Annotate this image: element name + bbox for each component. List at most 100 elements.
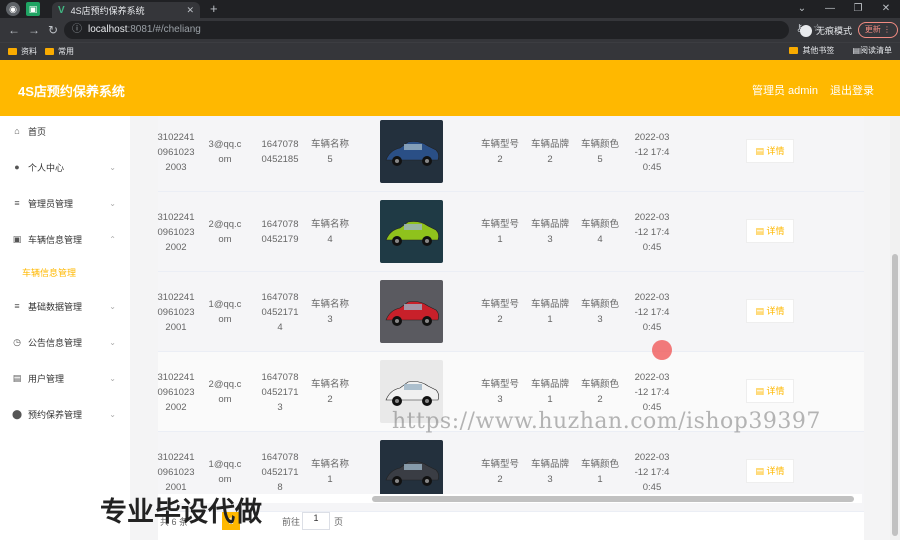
- cell-line: 2003: [165, 161, 187, 173]
- cell-line: om: [218, 154, 232, 165]
- detail-button[interactable]: ▤ 详情: [746, 459, 794, 483]
- bookmarks-bar: 资料 常用 其他书签 ▤ 阅读清单: [0, 42, 900, 60]
- sidebar-item-notices[interactable]: ◷ 公告信息管理 ⌄: [0, 332, 130, 352]
- cell-line: 3: [547, 234, 553, 245]
- cell-name: 车辆名称 2: [302, 377, 358, 407]
- app-title: 4S店预约保养系统: [18, 84, 125, 99]
- cell-line: om: [218, 394, 232, 405]
- detail-button[interactable]: ▤ 详情: [746, 299, 794, 323]
- list-icon: ≡: [14, 198, 20, 208]
- logout-link[interactable]: 退出登录: [830, 82, 874, 98]
- car-thumbnail: [380, 120, 443, 183]
- cell-line: 3102241: [157, 211, 195, 223]
- new-tab-icon[interactable]: +: [210, 1, 218, 16]
- cell-line: 3: [547, 474, 553, 485]
- cell-phone: 1647078 0452179: [254, 217, 306, 247]
- cell-brand: 车辆品牌 1: [526, 377, 574, 407]
- vehicle-table: 3102241 0961023 2003 3@qq.c om 1647078 0452185…: [158, 116, 864, 540]
- cell-brand: 车辆品牌 3: [526, 217, 574, 247]
- cell-time: 2022-03 -12 17:4 0:45: [630, 450, 674, 495]
- cell-line: 车辆品牌: [530, 459, 569, 470]
- restore-icon[interactable]: ❐: [844, 0, 872, 18]
- goto-unit: 页: [334, 517, 344, 527]
- browser-tab-bar: ◉ ▣ V 4S店预约保养系统 ✕ + ⌄ — ❐ ✕: [0, 0, 900, 18]
- update-button[interactable]: 更新 ⋮: [857, 22, 898, 38]
- cell-name: 车辆名称 3: [302, 297, 358, 327]
- goto-page-input[interactable]: 1: [302, 512, 330, 530]
- chevron-down-icon: ⌄: [109, 337, 116, 347]
- cell-line: 1: [547, 394, 553, 405]
- reading-list-icon: ▤: [852, 46, 860, 55]
- pinned-tab-icon[interactable]: ▣: [26, 2, 40, 16]
- document-icon: ▤: [755, 386, 767, 396]
- sidebar-item-label: 用户管理: [28, 373, 65, 384]
- cell-line: 2022-03: [634, 291, 670, 303]
- close-tab-icon[interactable]: ✕: [186, 5, 194, 16]
- reload-icon[interactable]: ↻: [48, 23, 60, 37]
- vertical-scrollbar[interactable]: [892, 254, 898, 536]
- url-path: :8081/#/cheliang: [127, 24, 201, 35]
- cell-id: 3102241 0961023 2001: [152, 450, 200, 495]
- browser-tab[interactable]: V 4S店预约保养系统 ✕: [52, 2, 200, 18]
- cell-line: 车辆型号: [480, 459, 519, 470]
- reading-list[interactable]: ▤ 阅读清单: [852, 45, 892, 56]
- incognito-label: 无痕模式: [815, 26, 852, 36]
- cell-model: 车辆型号 1: [476, 217, 524, 247]
- bookmark-folder[interactable]: 常用: [45, 46, 74, 57]
- sidebar-item-profile[interactable]: ● 个人中心 ⌄: [0, 157, 130, 177]
- table-row: 3102241 0961023 2003 3@qq.c om 1647078 0452185…: [158, 116, 864, 192]
- url-input[interactable]: ⓘ localhost:8081/#/cheliang: [64, 21, 789, 39]
- cell-line: 3: [497, 394, 503, 405]
- sidebar-item-home[interactable]: ⌂ 首页: [0, 121, 130, 141]
- browser-menu-icon[interactable]: ◉: [6, 2, 20, 16]
- sidebar-item-vehicles[interactable]: ▣ 车辆信息管理 ⌃: [0, 229, 130, 249]
- cell-line: 0961023: [157, 386, 195, 398]
- main-content: 3102241 0961023 2003 3@qq.c om 1647078 0452185…: [130, 116, 890, 540]
- detail-label: 详情: [766, 386, 785, 396]
- forward-icon[interactable]: →: [28, 23, 40, 37]
- detail-button[interactable]: ▤ 详情: [746, 139, 794, 163]
- detail-button[interactable]: ▤ 详情: [746, 379, 794, 403]
- incognito-avatar-icon: [799, 24, 812, 37]
- detail-label: 详情: [766, 226, 785, 236]
- back-icon[interactable]: ←: [8, 23, 20, 37]
- cell-line: 3102241: [157, 291, 195, 303]
- sidebar-item-label: 基础数据管理: [28, 301, 83, 312]
- horizontal-scrollbar[interactable]: [372, 496, 854, 502]
- close-window-icon[interactable]: ✕: [872, 0, 900, 18]
- bookmark-label: 常用: [58, 47, 74, 56]
- sidebar-item-label: 公告信息管理: [28, 337, 83, 348]
- cell-line: 2: [327, 394, 333, 405]
- cell-color: 车辆颜色 5: [576, 137, 624, 167]
- cell-line: 车辆型号: [480, 379, 519, 390]
- sidebar-item-label: 车辆信息管理: [28, 234, 83, 245]
- cell-line: -12 17:4: [634, 226, 670, 238]
- cell-phone: 1647078 0452171 8: [254, 450, 306, 495]
- bookmark-folder[interactable]: 资料: [8, 46, 37, 57]
- detail-button[interactable]: ▤ 详情: [746, 219, 794, 243]
- other-bookmarks-label: 其他书签: [802, 46, 835, 55]
- sidebar-item-maintenance[interactable]: ⬤ 预约保养管理 ⌄: [0, 404, 130, 424]
- sidebar-item-label: 首页: [28, 126, 47, 137]
- detail-label: 详情: [766, 146, 785, 156]
- sidebar: ⌂ 首页 ● 个人中心 ⌄ ≡ 管理员管理 ⌄ ▣ 车辆信息管理 ⌃ 车辆信息管理 ≡ 基础数据…: [0, 116, 130, 540]
- car-thumbnail: [380, 200, 443, 263]
- cell-line: 车辆颜色: [580, 379, 619, 390]
- cell-line: 3: [327, 314, 333, 325]
- cell-line: 0961023: [157, 466, 195, 478]
- vue-favicon-icon: V: [58, 4, 65, 16]
- cursor-highlight: [652, 340, 672, 360]
- cell-line: 车辆品牌: [530, 299, 569, 310]
- cell-line: 1647078: [261, 371, 299, 383]
- other-bookmarks[interactable]: 其他书签: [789, 45, 834, 56]
- user-icon: ●: [14, 162, 20, 172]
- chevron-down-icon[interactable]: ⌄: [788, 0, 816, 18]
- incognito-badge[interactable]: 无痕模式: [799, 24, 852, 37]
- sidebar-item-admins[interactable]: ≡ 管理员管理 ⌄: [0, 193, 130, 213]
- sidebar-subitem-vehicle-info[interactable]: 车辆信息管理: [22, 266, 76, 279]
- sidebar-item-basic-data[interactable]: ≡ 基础数据管理 ⌄: [0, 296, 130, 316]
- minimize-icon[interactable]: —: [816, 0, 844, 18]
- cell-line: 0452179: [261, 234, 299, 245]
- sidebar-item-users[interactable]: ▤ 用户管理 ⌄: [0, 368, 130, 388]
- cell-email: 2@qq.c om: [204, 217, 246, 247]
